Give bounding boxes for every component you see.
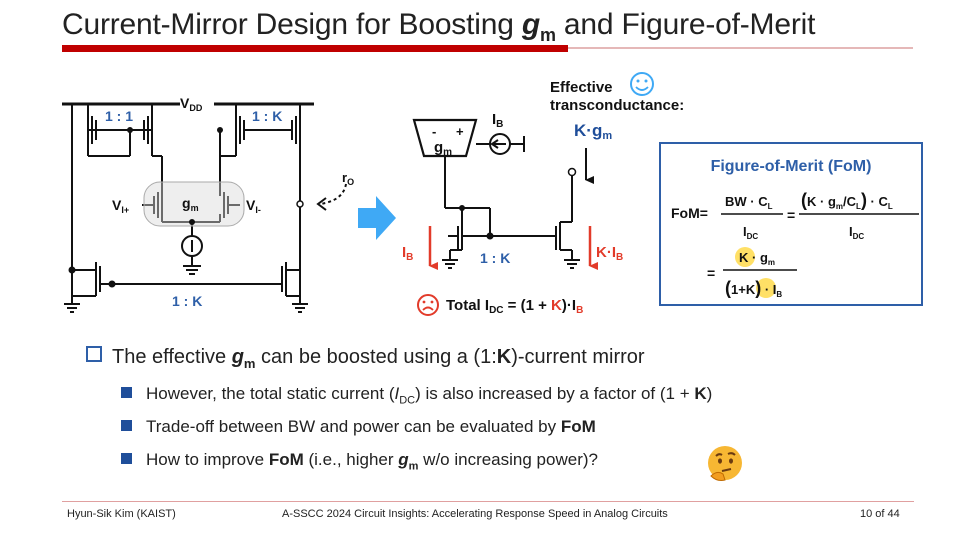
- opamp-plus: +: [456, 124, 464, 139]
- page-number: 10 of 44: [860, 508, 900, 520]
- bullet-4: How to improve FoM (i.e., higher gm w/o …: [121, 450, 598, 472]
- bullet-2: However, the total static current (IDC) …: [121, 384, 712, 406]
- ib-left-label: IB: [402, 244, 413, 263]
- opamp-minus: -: [432, 124, 436, 139]
- footer-author: Hyun-Sik Kim (KAIST): [67, 508, 176, 520]
- vin-plus-label: VI+: [112, 197, 129, 215]
- sad-emoji-icon: [417, 294, 439, 316]
- ratio-top-left: 1 : 1: [105, 108, 133, 124]
- svg-text:IDC: IDC: [849, 224, 864, 241]
- svg-text:(K · gm/CL) · CL: (K · gm/CL) · CL: [801, 190, 893, 211]
- fom-box: Figure-of-Merit (FoM) FoM= BW · CL IDC =…: [659, 142, 923, 306]
- footer-event: A-SSCC 2024 Circuit Insights: Accelerati…: [282, 508, 668, 520]
- svg-text:K · gm: K · gm: [739, 250, 775, 267]
- filled-square-bullet-icon: [121, 387, 132, 398]
- ib-top-label: IB: [492, 111, 503, 130]
- smile-emoji-icon: [630, 72, 654, 96]
- vdd-label: VDD: [180, 95, 203, 113]
- total-idc-label: Total IDC = (1 + K)·IB: [446, 297, 583, 316]
- hollow-square-bullet-icon: [86, 346, 102, 362]
- ratio-top-right: 1 : K: [252, 108, 282, 124]
- k-gm-label: K·gm: [574, 121, 612, 142]
- fom-equation: FoM= BW · CL IDC = (K · gm/CL) · CL IDC …: [671, 190, 919, 299]
- bullet-1: The effective gm can be boosted using a …: [86, 346, 645, 371]
- svg-text:(1+K) · IB: (1+K) · IB: [725, 278, 782, 299]
- filled-square-bullet-icon: [121, 420, 132, 431]
- ratio-bottom-left: 1 : K: [172, 293, 202, 309]
- gm-label-right: gm: [434, 139, 452, 158]
- vin-minus-label: VI-: [246, 197, 261, 215]
- k-ib-label: K·IB: [596, 244, 623, 263]
- svg-text:FoM=: FoM=: [671, 205, 708, 221]
- effective-label-2: transconductance:: [550, 97, 684, 114]
- effective-label-1: Effective: [550, 79, 613, 96]
- thinking-emoji-icon: [708, 446, 742, 481]
- transform-arrow: [358, 196, 396, 240]
- svg-text:=: =: [707, 265, 715, 281]
- bullet-3: Trade-off between BW and power can be ev…: [121, 417, 596, 437]
- ro-label: rO: [342, 170, 354, 187]
- filled-square-bullet-icon: [121, 453, 132, 464]
- svg-text:BW · CL: BW · CL: [725, 194, 773, 211]
- footer-divider: [62, 501, 914, 502]
- svg-text:=: =: [787, 207, 795, 223]
- svg-text:IDC: IDC: [743, 224, 758, 241]
- ratio-right: 1 : K: [480, 250, 510, 266]
